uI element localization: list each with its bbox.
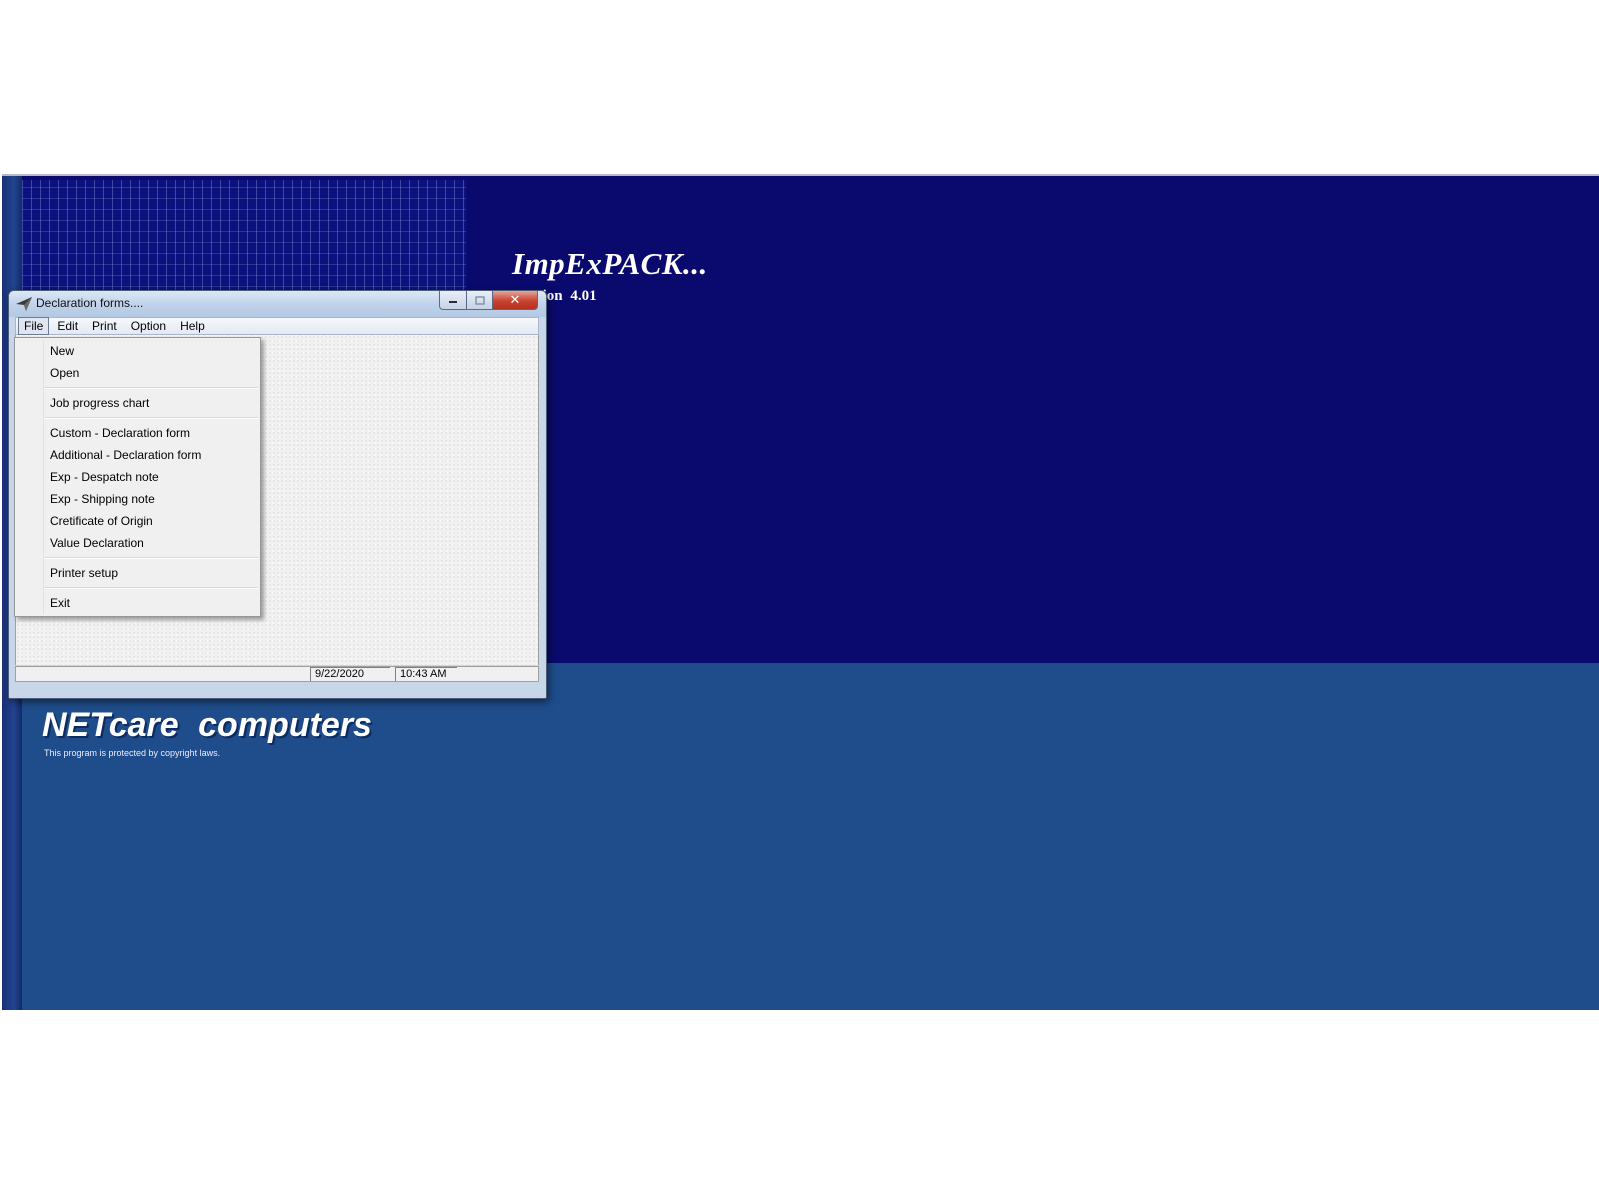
- menu-item-value-declaration[interactable]: Value Declaration: [15, 532, 260, 554]
- menu-item-job-progress-chart[interactable]: Job progress chart: [15, 392, 260, 414]
- product-title: ImpExPACK...: [512, 246, 708, 281]
- menu-item-open[interactable]: Open: [15, 362, 260, 384]
- copyright-text: This program is protected by copyright l…: [44, 748, 221, 758]
- status-date: 9/22/2020: [310, 667, 390, 681]
- menu-item-printer-setup[interactable]: Printer setup: [15, 562, 260, 584]
- menu-item-additional-declaration[interactable]: Additional - Declaration form: [15, 444, 260, 466]
- menu-item-custom-declaration[interactable]: Custom - Declaration form: [15, 422, 260, 444]
- menu-edit[interactable]: Edit: [51, 318, 84, 334]
- menu-item-despatch-note[interactable]: Exp - Despatch note: [15, 466, 260, 488]
- minimize-button[interactable]: [439, 291, 467, 310]
- menu-help[interactable]: Help: [174, 318, 211, 334]
- menu-separator: [45, 387, 258, 389]
- status-time: 10:43 AM: [395, 667, 457, 681]
- maximize-icon: [474, 295, 485, 305]
- close-button[interactable]: ✕: [492, 291, 538, 310]
- menubar: File Edit Print Option Help: [15, 317, 539, 335]
- menu-item-new[interactable]: New: [15, 340, 260, 362]
- menu-print[interactable]: Print: [86, 318, 123, 334]
- file-dropdown-menu: New Open Job progress chart Custom - Dec…: [14, 337, 261, 617]
- menu-file[interactable]: File: [18, 317, 50, 335]
- company-name: NETcare computers: [42, 706, 372, 744]
- menu-separator: [45, 417, 258, 419]
- close-icon: ✕: [509, 292, 521, 307]
- status-bar: 9/22/2020 10:43 AM: [15, 666, 539, 682]
- app-icon[interactable]: [16, 297, 32, 311]
- window-titlebar[interactable]: Declaration forms.... ✕: [9, 291, 546, 317]
- menu-item-certificate-of-origin[interactable]: Cretificate of Origin: [15, 510, 260, 532]
- menu-separator: [45, 587, 258, 589]
- menu-separator: [45, 557, 258, 559]
- window-title: Declaration forms....: [36, 296, 144, 310]
- menu-option[interactable]: Option: [125, 318, 172, 334]
- menu-item-shipping-note[interactable]: Exp - Shipping note: [15, 488, 260, 510]
- maximize-button[interactable]: [466, 291, 493, 310]
- menu-item-exit[interactable]: Exit: [15, 592, 260, 614]
- splash-grid-decoration: [22, 180, 466, 298]
- minimize-icon: [449, 301, 457, 303]
